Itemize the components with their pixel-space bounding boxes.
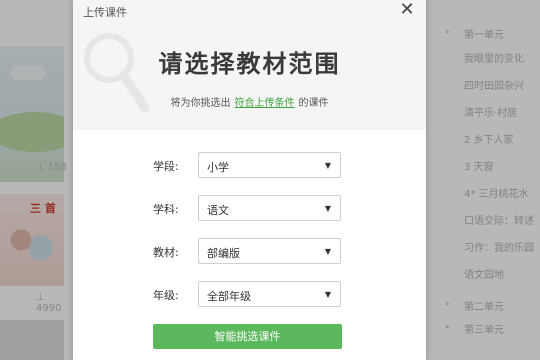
chevron-down-icon: ▼	[324, 290, 331, 299]
chevron-down-icon: ▼	[324, 204, 331, 213]
subtitle-text: 的课件	[298, 98, 329, 109]
subject-select-value: 语文	[207, 204, 229, 217]
subtitle-text: 将为你挑选出	[170, 98, 231, 109]
grade-label: 年级:	[153, 289, 179, 302]
chevron-down-icon: ▼	[324, 247, 331, 256]
textbook-row: 教材: 部编版 ▼	[73, 238, 426, 264]
textbook-select-value: 部编版	[207, 247, 240, 260]
dialog-window-title: 上传课件	[83, 6, 127, 19]
subject-select[interactable]: 语文 ▼	[198, 195, 341, 221]
stage-row: 学段: 小学 ▼	[73, 152, 426, 178]
stage-select-value: 小学	[207, 161, 229, 174]
dialog-subtitle: 将为你挑选出 符合上传条件 的课件	[73, 94, 426, 109]
stage-select[interactable]: 小学 ▼	[198, 152, 341, 178]
dialog-header: 上传课件 ✕ 请选择教材范围 将为你挑选出 符合上传条件 的课件	[73, 0, 426, 130]
grade-select-value: 全部年级	[207, 290, 251, 303]
dialog-heading: 请选择教材范围	[158, 50, 341, 78]
subject-label: 学科:	[153, 203, 179, 216]
close-icon[interactable]: ✕	[398, 1, 416, 19]
textbook-label: 教材:	[153, 246, 179, 259]
stage-label: 学段:	[153, 160, 179, 173]
chevron-down-icon: ▼	[324, 161, 331, 170]
textbook-select[interactable]: 部编版 ▼	[198, 238, 341, 264]
upload-conditions-link[interactable]: 符合上传条件	[235, 98, 295, 109]
select-textbook-dialog: 上传课件 ✕ 请选择教材范围 将为你挑选出 符合上传条件 的课件 学段: 小学 ▼ …	[73, 0, 426, 360]
subject-row: 学科: 语文 ▼	[73, 195, 426, 221]
smart-pick-button[interactable]: 智能挑选课件	[153, 324, 342, 349]
grade-row: 年级: 全部年级 ▼	[73, 281, 426, 307]
grade-select[interactable]: 全部年级 ▼	[198, 281, 341, 307]
